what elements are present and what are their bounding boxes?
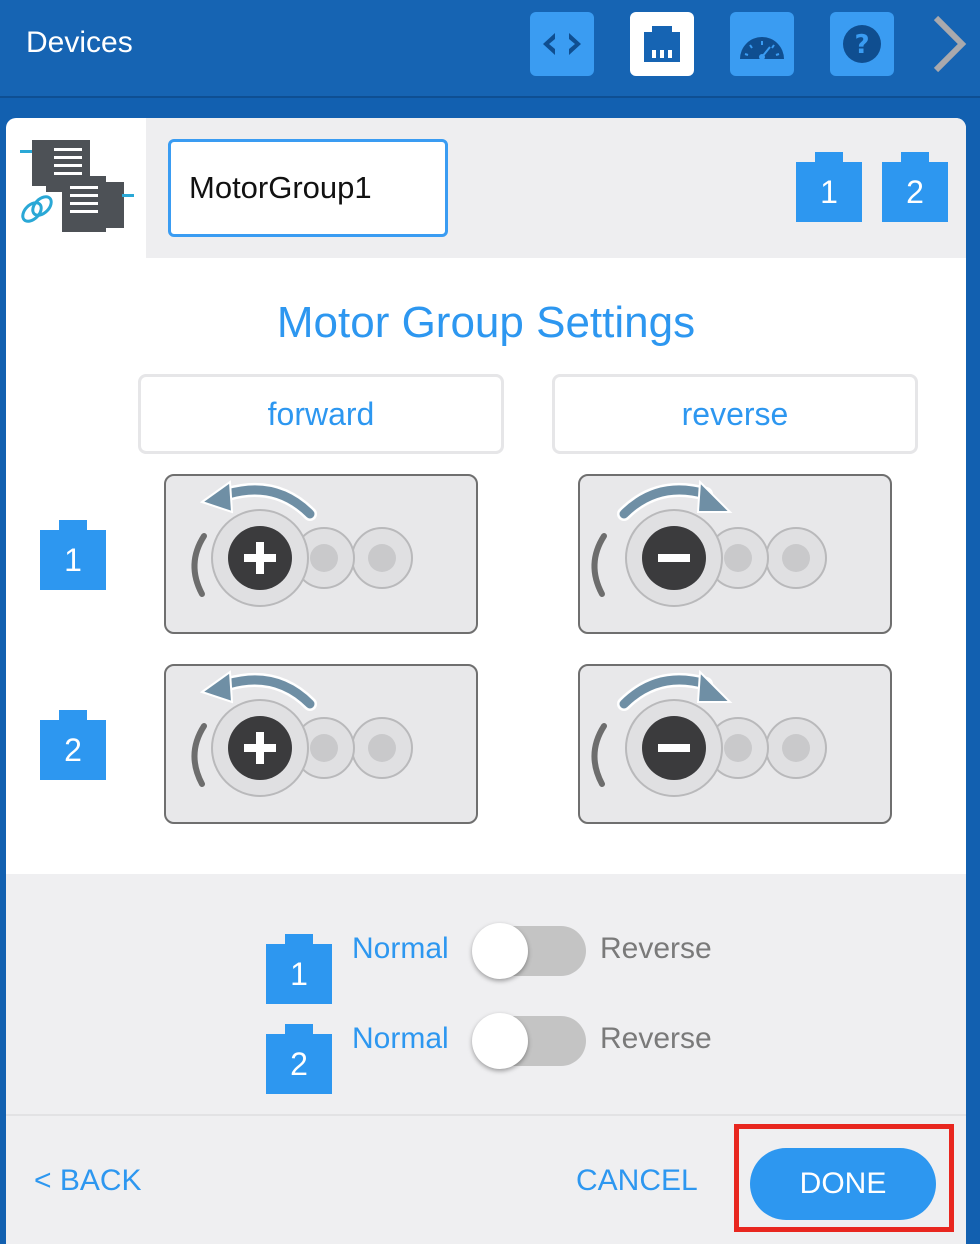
top-bar: Devices ?	[0, 0, 980, 98]
help-button[interactable]: ?	[830, 12, 894, 76]
done-button[interactable]: DONE	[750, 1148, 936, 1220]
header-port-badge-1: 1	[796, 162, 862, 222]
toggle-knob	[472, 923, 528, 979]
footer-bar: < BACK CANCEL DONE	[6, 1114, 966, 1244]
motor-1-reverse-option[interactable]	[578, 474, 892, 634]
dashboard-gauge-icon	[740, 37, 784, 60]
motor-reverse-icon	[591, 479, 827, 607]
forward-label: forward	[138, 374, 504, 454]
direction-toggles: 1 Normal Reverse 2 Normal Reverse	[6, 874, 966, 1114]
motor-reverse-icon	[591, 669, 827, 797]
motor-group-icon	[20, 140, 134, 232]
section-title: Motor Group Settings	[276, 298, 696, 347]
dashboard-button[interactable]	[730, 12, 794, 76]
motor-2-reverse-option[interactable]	[578, 664, 892, 824]
chevron-right-icon	[933, 15, 967, 73]
toggle-2-switch[interactable]	[472, 1013, 586, 1069]
code-button[interactable]	[530, 12, 594, 76]
devices-button[interactable]	[630, 12, 694, 76]
reverse-label: reverse	[552, 374, 918, 454]
svg-text:?: ?	[854, 30, 869, 60]
motor-2-forward-option[interactable]	[164, 664, 478, 824]
motor-forward-icon	[191, 480, 413, 607]
motor-1-forward-option[interactable]	[164, 474, 478, 634]
toggle-1-normal-label: Normal	[352, 932, 449, 965]
toggle-1-reverse-label: Reverse	[600, 932, 712, 965]
next-button[interactable]	[928, 12, 972, 76]
toggle-2-normal-label: Normal	[352, 1022, 449, 1055]
ethernet-port-icon	[644, 26, 680, 62]
toggle-2-reverse-label: Reverse	[600, 1022, 712, 1055]
device-name-input[interactable]	[168, 139, 448, 237]
page-title: Devices	[26, 26, 133, 59]
toggle-port-badge-1: 1	[266, 944, 332, 1004]
toggle-1-switch[interactable]	[472, 923, 586, 979]
row-port-badge-1: 1	[40, 530, 106, 590]
motor-forward-icon	[191, 670, 413, 797]
help-icon: ?	[843, 25, 881, 63]
cancel-button[interactable]: CANCEL	[576, 1164, 698, 1198]
row-port-badge-2: 2	[40, 720, 106, 780]
motor-group-panel: 1 2 Motor Group Settings forward reverse…	[6, 118, 966, 1244]
toggle-knob	[472, 1013, 528, 1069]
back-button[interactable]: < BACK	[34, 1164, 142, 1198]
code-icon	[543, 33, 581, 55]
toggle-port-badge-2: 2	[266, 1034, 332, 1094]
header-port-badge-2: 2	[882, 162, 948, 222]
